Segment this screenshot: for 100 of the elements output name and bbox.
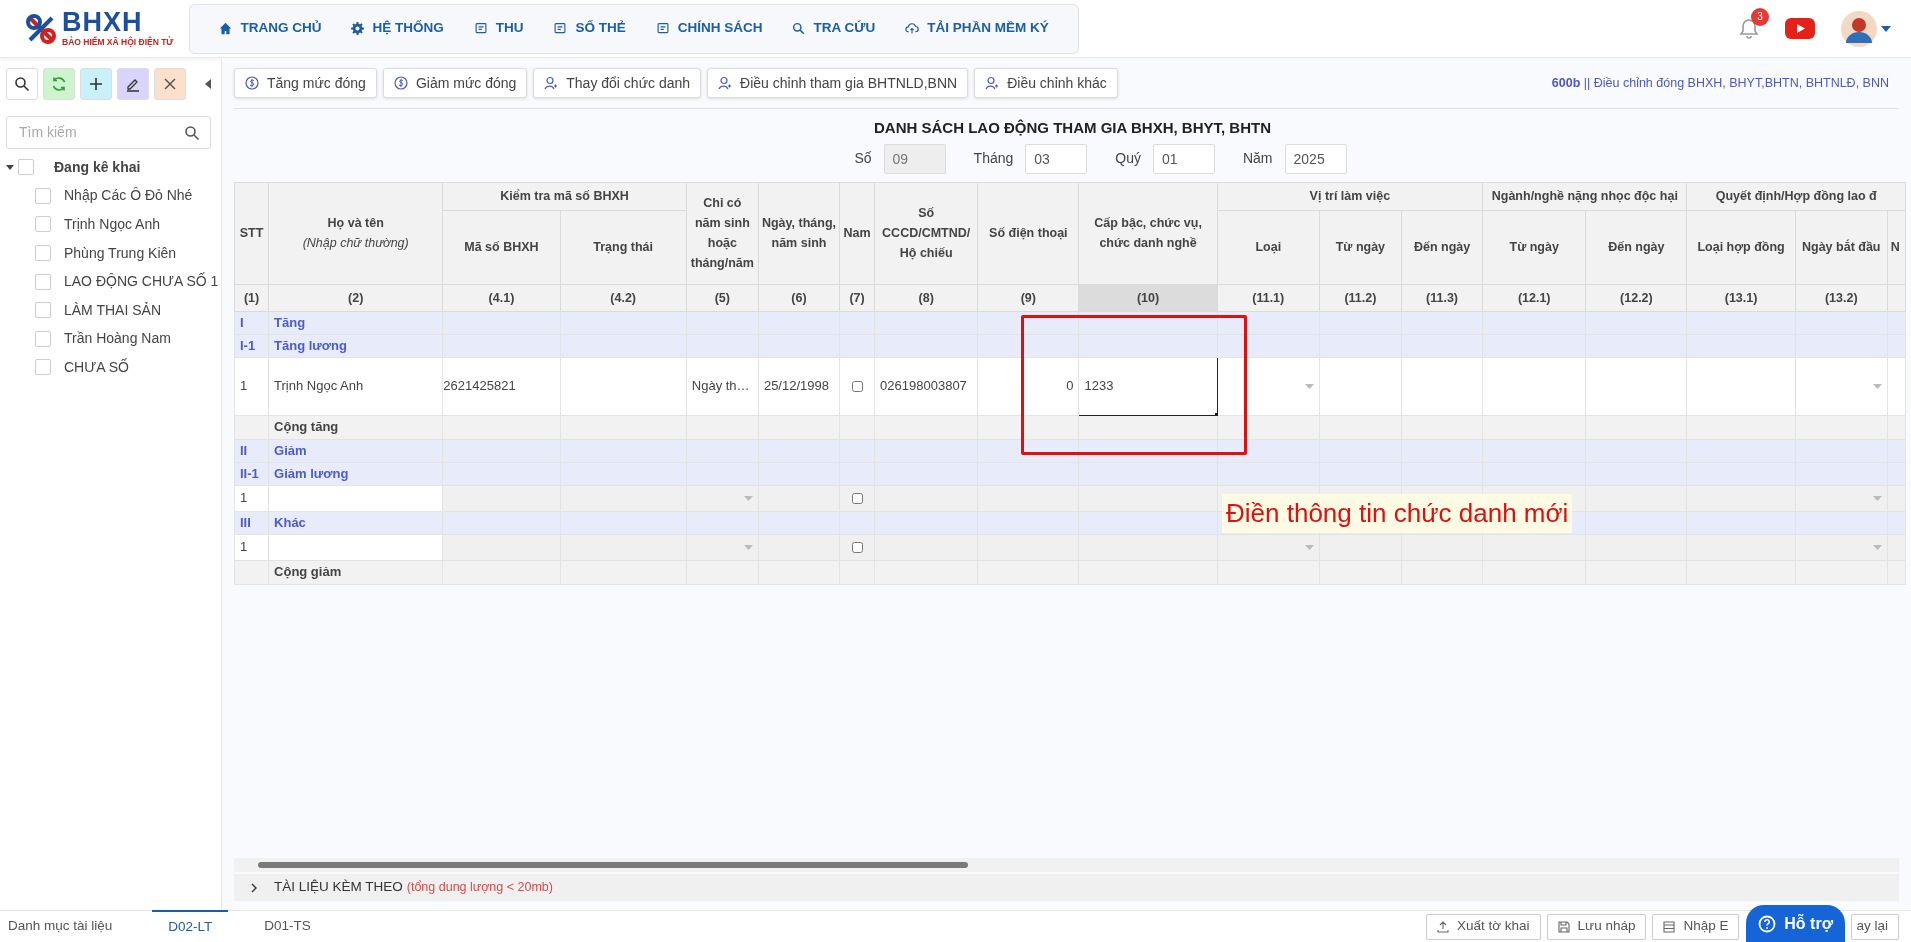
chevron-icon[interactable] [250, 882, 258, 893]
delete-button[interactable] [154, 68, 186, 100]
nav-link[interactable]: SỐ THẺ [538, 18, 641, 39]
column-header[interactable]: Nam [839, 182, 875, 284]
footer-button[interactable]: Nhập E [1652, 913, 1740, 940]
search-field[interactable]: Tìm kiếm [6, 116, 211, 149]
column-number: (11.1) [1217, 284, 1320, 311]
scrollbar[interactable] [234, 858, 1899, 872]
tree-item[interactable]: LÀM THAI SẢN [64, 299, 161, 321]
size-note: (tổng dung lượng < 20mb) [406, 879, 553, 897]
field-label: Số [854, 149, 872, 168]
action-button[interactable]: Thay đổi chức danh [533, 68, 702, 98]
nav-link[interactable]: TRA CỨU [777, 18, 891, 39]
field-label: Quý [1115, 149, 1141, 168]
user-icon [544, 76, 559, 90]
column-header[interactable]: Họ và tên (Nhập chữ thường) [268, 182, 443, 284]
nav-link[interactable]: THU [458, 18, 539, 39]
logo-subtitle: BẢO HIỂM XÃ HỘI ĐIỆN TỬ [62, 35, 174, 49]
section-title[interactable]: TÀI LIỆU KÈM THEO [274, 877, 403, 898]
save-icon [1557, 920, 1570, 933]
notification-badge: 3 [1751, 7, 1769, 26]
column-header[interactable]: Số điện thoại [977, 182, 1079, 284]
cell-editor[interactable]: 1233 [1078, 357, 1218, 415]
footer-button[interactable]: Lưu nháp [1546, 913, 1647, 940]
nav-link[interactable]: TẢI PHẦN MỀM KÝ [890, 18, 1064, 39]
nav-link[interactable]: TRANG CHỦ [204, 18, 337, 39]
checkbox[interactable] [35, 273, 51, 290]
caret-icon[interactable] [1881, 25, 1891, 32]
checkbox[interactable] [35, 216, 51, 233]
tree-item[interactable]: Nhập Các Ô Đỏ Nhé [64, 185, 193, 207]
refresh-icon [51, 76, 67, 92]
tree-item[interactable]: Trần Hoàng Nam [64, 328, 171, 350]
edit-button[interactable] [117, 68, 149, 100]
action-button[interactable]: Giảm mức đóng [382, 68, 528, 98]
column-header[interactable]: STT [234, 182, 269, 284]
column-header[interactable]: Mã số BHXH [442, 210, 561, 284]
section-code: II [234, 439, 269, 462]
table-cell: 0 [1066, 378, 1074, 394]
annotation-text: Điền thông tin chức danh mới [1222, 493, 1573, 533]
dropdown-caret-icon[interactable] [1872, 383, 1882, 389]
checkbox[interactable] [35, 302, 51, 319]
checkbox[interactable] [35, 330, 51, 347]
period-field[interactable]: 2025 [1284, 143, 1347, 174]
tab[interactable]: D02-LT [152, 910, 229, 942]
tree-item[interactable]: Phùng Trung Kiên [64, 242, 177, 264]
column-header[interactable]: Loại [1217, 210, 1320, 284]
column-header[interactable]: Từ ngày [1482, 210, 1586, 284]
action-button[interactable]: Điều chỉnh khác [974, 68, 1118, 98]
collapse-arrow-icon[interactable] [205, 79, 211, 89]
video-play-icon[interactable] [1785, 18, 1815, 39]
column-group-header: Quyết định/Hợp đồng lao đ [1687, 182, 1906, 210]
caret-icon[interactable] [6, 163, 14, 172]
avatar-icon[interactable] [1841, 10, 1877, 47]
upload-icon [1436, 920, 1449, 933]
column-number: (9) [977, 284, 1079, 311]
refresh-button[interactable] [43, 68, 75, 100]
checkbox[interactable] [35, 187, 51, 204]
checkbox[interactable] [35, 359, 51, 376]
search-icon [184, 124, 200, 141]
action-button[interactable]: Tăng mức đóng [234, 68, 377, 98]
help-button[interactable]: Hỗ trợ [1746, 905, 1845, 942]
column-number: (6) [758, 284, 840, 311]
column-header[interactable]: Đến ngày [1401, 210, 1483, 284]
section-code: I [234, 311, 269, 334]
footer-button[interactable]: ay lại [1851, 913, 1899, 940]
column-header[interactable]: Từ ngày [1319, 210, 1402, 284]
checkbox[interactable] [18, 159, 34, 176]
section-code: II-1 [234, 462, 269, 485]
nav-link[interactable]: HỆ THỐNG [336, 18, 459, 39]
search-button[interactable] [6, 68, 38, 100]
dropdown-caret-icon[interactable] [1304, 383, 1314, 389]
column-header[interactable]: Số CCCD/CMTND/ Hộ chiếu [874, 182, 978, 284]
nav-link[interactable]: CHÍNH SÁCH [640, 18, 778, 39]
tab[interactable]: D01-TS [248, 911, 327, 942]
checkbox[interactable] [851, 381, 863, 393]
add-button[interactable] [80, 68, 112, 100]
tree-item[interactable]: CHƯA SỐ [64, 356, 129, 378]
name-cell[interactable]: Trịnh Ngọc Anh [274, 378, 364, 394]
column-header[interactable]: Loại hợp đồng [1687, 210, 1796, 284]
column-header[interactable]: Đến ngày [1585, 210, 1687, 284]
section-label: Tăng [268, 311, 443, 334]
period-field[interactable]: 03 [1025, 143, 1088, 174]
section-label: Giảm [268, 439, 443, 462]
column-number: (4.2) [560, 284, 687, 311]
column-header[interactable]: Trạng thái [560, 210, 687, 284]
column-header[interactable]: Ngày, tháng, năm sinh [758, 182, 840, 284]
column-header[interactable]: Ngày bắt đầu [1795, 210, 1888, 284]
tree-item[interactable]: Đang kê khai [54, 156, 141, 178]
column-number: (12.2) [1585, 284, 1687, 311]
checkbox[interactable] [35, 245, 51, 262]
column-header[interactable]: Cấp bậc, chức vụ, chức danh nghề [1078, 182, 1218, 284]
column-number: (5) [686, 284, 759, 311]
action-button[interactable]: Điều chỉnh tham gia BHTNLD,BNN [707, 68, 969, 98]
tree-item[interactable]: Trịnh Ngọc Anh [64, 214, 160, 235]
footer-button[interactable]: Xuất tờ khai [1425, 913, 1541, 940]
column-header[interactable]: Chỉ có năm sinh hoặc tháng/năm [686, 182, 759, 284]
tree-item[interactable]: LAO ĐỘNG CHƯA SỐ 1 [64, 271, 219, 293]
period-field[interactable]: 01 [1152, 143, 1215, 174]
list-title: DANH SÁCH LAO ĐỘNG THAM GIA BHXH, BHYT, BHTN [874, 119, 1271, 136]
bell-icon[interactable] [1739, 17, 1759, 40]
